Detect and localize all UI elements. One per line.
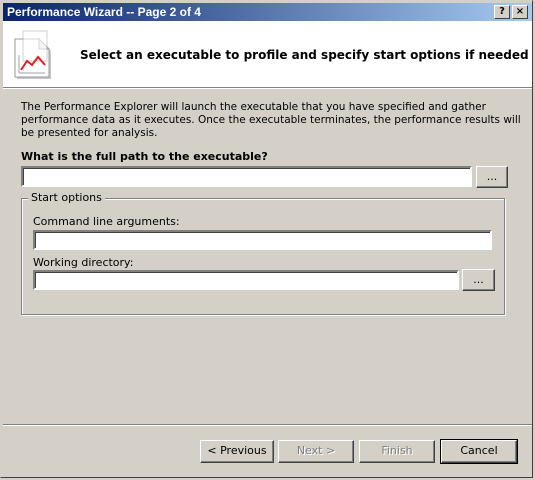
performance-chart-document-icon <box>11 27 59 84</box>
browse-working-directory-button[interactable]: ... <box>462 269 495 291</box>
page-title: Select an executable to profile and spec… <box>80 48 529 62</box>
cancel-button[interactable]: Cancel <box>440 439 518 464</box>
working-directory-input[interactable] <box>33 270 459 290</box>
command-line-arguments-input[interactable] <box>33 230 492 250</box>
description-text: The Performance Explorer will launch the… <box>21 101 521 139</box>
wizard-header: Select an executable to profile and spec… <box>3 21 532 88</box>
help-button[interactable]: ? <box>494 5 510 19</box>
executable-path-label: What is the full path to the executable? <box>21 150 268 163</box>
close-button[interactable]: × <box>512 5 528 19</box>
next-button[interactable]: Next > <box>278 440 354 463</box>
working-directory-label: Working directory: <box>33 256 134 269</box>
start-options-legend: Start options <box>28 191 105 204</box>
finish-button[interactable]: Finish <box>359 440 435 463</box>
wizard-window: Performance Wizard -- Page 2 of 4 ? × Se… <box>0 0 533 478</box>
executable-path-input[interactable] <box>21 166 472 187</box>
footer-divider-highlight <box>3 425 532 426</box>
previous-button[interactable]: < Previous <box>200 440 274 463</box>
window-title: Performance Wizard -- Page 2 of 4 <box>7 5 201 19</box>
title-bar: Performance Wizard -- Page 2 of 4 <box>3 3 532 21</box>
command-line-arguments-label: Command line arguments: <box>33 215 180 228</box>
browse-executable-button[interactable]: ... <box>476 166 508 188</box>
header-divider <box>3 88 532 89</box>
